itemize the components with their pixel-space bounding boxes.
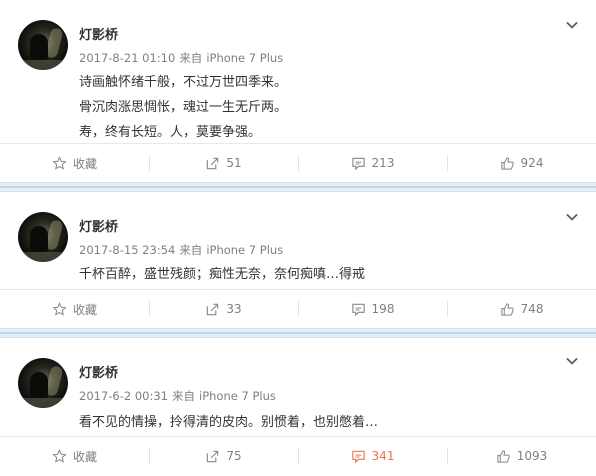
post-meta: 2017-8-15 23:54 来自 iPhone 7 Plus bbox=[79, 242, 287, 258]
comment-count: 198 bbox=[371, 302, 395, 316]
repost-count: 33 bbox=[226, 302, 242, 316]
repost-button[interactable]: 75 bbox=[149, 437, 298, 475]
source-prefix: 来自 bbox=[179, 51, 203, 65]
chevron-down-icon[interactable] bbox=[565, 354, 579, 368]
feed-separator bbox=[0, 328, 596, 338]
post-meta: 2017-8-21 01:10 来自 iPhone 7 Plus bbox=[79, 50, 287, 66]
favorite-label: 收藏 bbox=[72, 302, 97, 317]
repost-count: 51 bbox=[226, 156, 242, 170]
action-bar: 收藏 51 213 924 bbox=[0, 143, 596, 182]
repost-icon bbox=[207, 303, 219, 315]
star-icon bbox=[52, 155, 67, 170]
repost-count: 75 bbox=[226, 449, 242, 463]
like-count: 748 bbox=[520, 302, 544, 316]
comment-button[interactable]: 213 bbox=[298, 144, 447, 182]
username[interactable]: 灯影桥 bbox=[79, 216, 118, 235]
post-date[interactable]: 2017-8-15 23:54 bbox=[79, 243, 175, 257]
star-icon bbox=[52, 301, 67, 316]
feed-separator bbox=[0, 182, 596, 192]
avatar-silhouette bbox=[30, 372, 48, 398]
post-text-line: 诗画触怀绪千般，不过万世四季来。 bbox=[79, 75, 288, 90]
username[interactable]: 灯影桥 bbox=[79, 24, 118, 43]
post-date[interactable]: 2017-6-2 00:31 bbox=[79, 389, 168, 403]
like-button[interactable]: 1093 bbox=[447, 437, 596, 475]
weibo-post: 灯影桥 2017-6-2 00:31 来自 iPhone 7 Plus 看不见的情操… bbox=[0, 338, 596, 476]
post-text-line: 寿，终有长短。人，莫要争强。 bbox=[79, 125, 262, 140]
repost-button[interactable]: 51 bbox=[149, 144, 298, 182]
like-button[interactable]: 924 bbox=[447, 144, 596, 182]
weibo-post: 灯影桥 2017-8-15 23:54 来自 iPhone 7 Plus 千杯百醉，… bbox=[0, 192, 596, 328]
comment-button[interactable]: 198 bbox=[298, 290, 447, 328]
avatar[interactable] bbox=[18, 20, 68, 70]
separator-line bbox=[0, 186, 596, 188]
separator-line bbox=[0, 332, 596, 334]
avatar[interactable] bbox=[18, 212, 68, 262]
comment-icon bbox=[351, 450, 365, 463]
comment-icon bbox=[351, 303, 365, 316]
source-prefix: 来自 bbox=[179, 243, 203, 257]
comment-count: 213 bbox=[371, 156, 395, 170]
post-source[interactable]: iPhone 7 Plus bbox=[199, 389, 276, 403]
avatar-floor bbox=[18, 398, 68, 408]
avatar-silhouette bbox=[30, 34, 48, 60]
repost-icon bbox=[207, 157, 219, 169]
star-icon bbox=[52, 448, 67, 463]
favorite-button[interactable]: 收藏 bbox=[0, 290, 149, 328]
post-source[interactable]: iPhone 7 Plus bbox=[206, 243, 283, 257]
favorite-label: 收藏 bbox=[72, 449, 97, 464]
like-count: 1093 bbox=[516, 449, 548, 463]
favorite-label: 收藏 bbox=[72, 156, 97, 171]
comment-count: 341 bbox=[371, 449, 395, 463]
comment-button[interactable]: 341 bbox=[298, 437, 447, 475]
like-button[interactable]: 748 bbox=[447, 290, 596, 328]
avatar[interactable] bbox=[18, 358, 68, 408]
repost-icon bbox=[207, 450, 219, 462]
avatar-floor bbox=[18, 60, 68, 70]
action-bar: 收藏 33 198 748 bbox=[0, 289, 596, 328]
post-date[interactable]: 2017-8-21 01:10 bbox=[79, 51, 175, 65]
source-prefix: 来自 bbox=[172, 389, 195, 403]
avatar-silhouette bbox=[30, 226, 48, 252]
favorite-button[interactable]: 收藏 bbox=[0, 437, 149, 475]
avatar-floor bbox=[18, 252, 68, 262]
like-count: 924 bbox=[520, 156, 544, 170]
chevron-down-icon[interactable] bbox=[565, 210, 579, 224]
comment-icon bbox=[351, 157, 365, 170]
username[interactable]: 灯影桥 bbox=[79, 362, 118, 381]
post-text-line: 千杯百醉，盛世残颜；痴性无奈，奈何痴嗔…得戒 bbox=[79, 267, 366, 282]
thumbs-up-icon bbox=[500, 302, 514, 316]
action-bar: 收藏 75 341 1093 bbox=[0, 436, 596, 475]
thumbs-up-icon bbox=[497, 449, 510, 463]
favorite-button[interactable]: 收藏 bbox=[0, 144, 149, 182]
chevron-down-icon[interactable] bbox=[565, 18, 579, 32]
post-meta: 2017-6-2 00:31 来自 iPhone 7 Plus bbox=[79, 388, 280, 404]
repost-button[interactable]: 33 bbox=[149, 290, 298, 328]
thumbs-up-icon bbox=[500, 156, 514, 170]
post-text-line: 看不见的情操，拎得清的皮肉。别惯着，也别憋着… bbox=[79, 415, 379, 430]
post-text-line: 骨沉肉涨思惆怅，魂过一生无斤两。 bbox=[79, 100, 288, 115]
weibo-post: 灯影桥 2017-8-21 01:10 来自 iPhone 7 Plus 诗画触怀绪… bbox=[0, 0, 596, 182]
post-source[interactable]: iPhone 7 Plus bbox=[206, 51, 283, 65]
